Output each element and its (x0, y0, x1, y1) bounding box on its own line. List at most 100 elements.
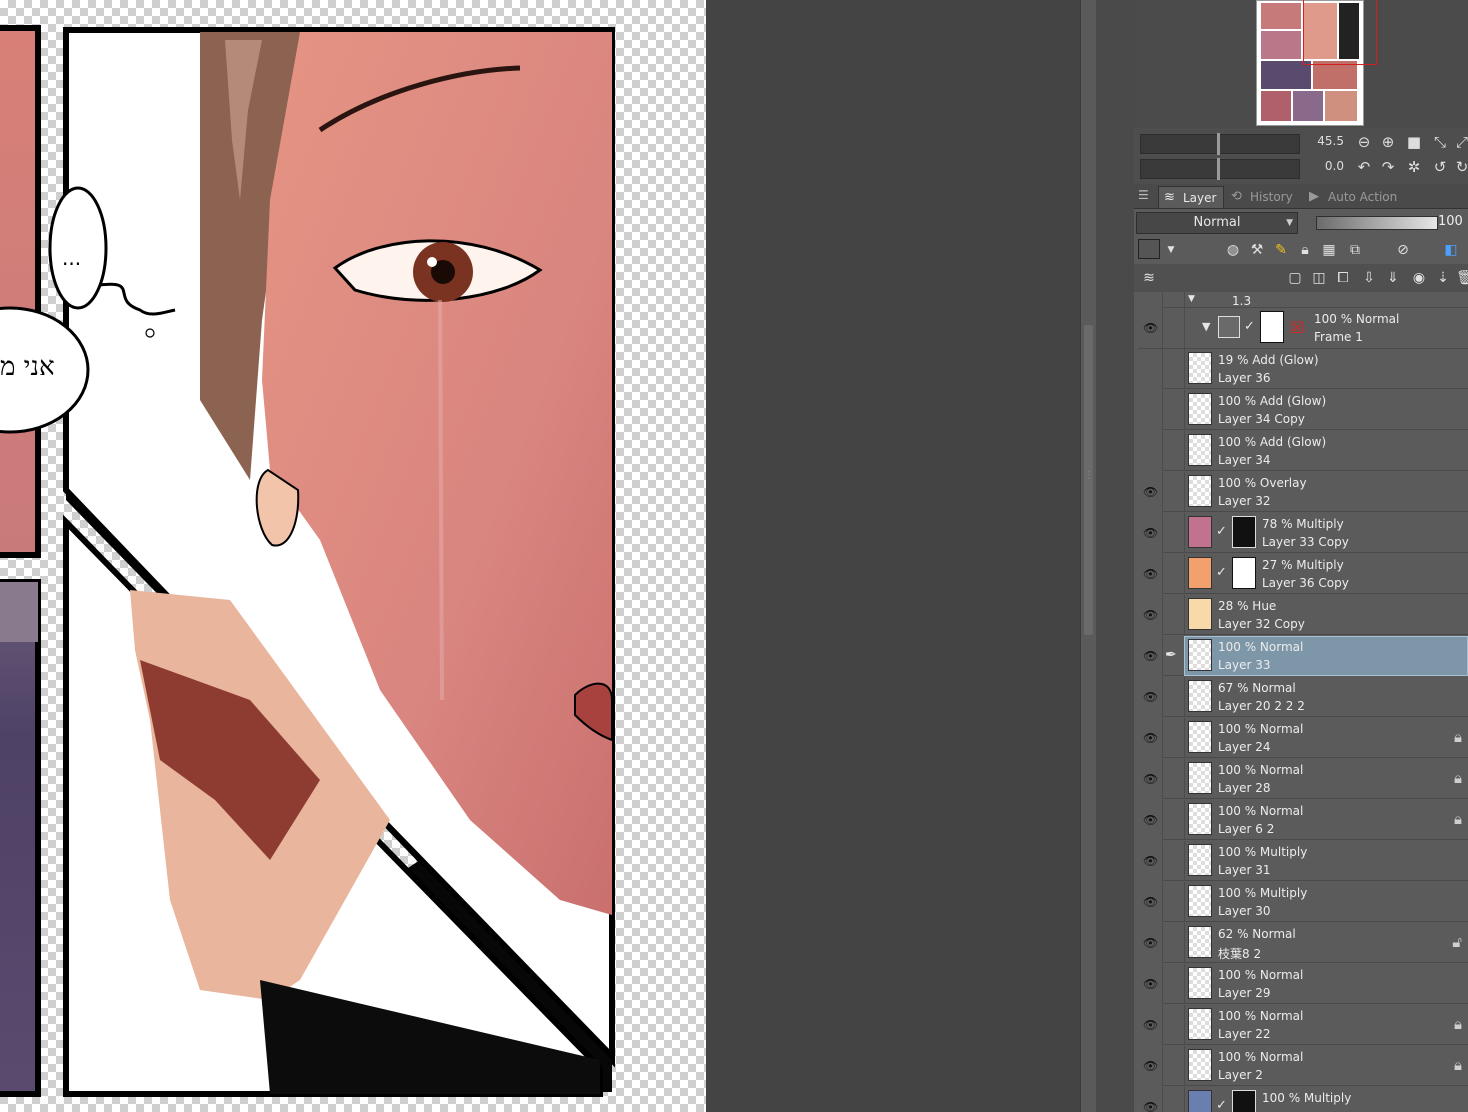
eye-icon[interactable]: 👁︎ (1143, 936, 1158, 950)
eye-icon[interactable]: 👁︎ (1143, 526, 1158, 540)
rotate-left-icon[interactable]: ↶ (1354, 157, 1374, 177)
layer-row-multiply-partial[interactable]: 👁︎ ✓ 100 % Multiply (1138, 1087, 1468, 1112)
layer-row-frame-1[interactable]: 👁︎ ▼ ✓ ☒ 100 % Normal Frame 1 (1138, 308, 1468, 349)
visibility-toggle[interactable]: 👁︎ (1138, 800, 1163, 840)
reset-rotation-icon[interactable]: ✲ (1404, 157, 1424, 177)
lock-layer-icon[interactable]: 🔒︎ (1294, 240, 1316, 260)
rotate-right-icon[interactable]: ↷ (1378, 157, 1398, 177)
lock-icon[interactable]: 🔒︎ (1454, 810, 1462, 828)
layer-row-layer-22[interactable]: 👁︎ 100 % Normal Layer 22 🔒︎ (1138, 1005, 1468, 1045)
merge-down-icon[interactable]: ⇓ (1382, 268, 1404, 288)
clip-layer-icon[interactable]: ⧉ (1344, 240, 1366, 260)
visibility-toggle[interactable]: 👁︎ (1138, 759, 1163, 799)
layer-row-layer-2[interactable]: 👁︎ 100 % Normal Layer 2 🔒︎ (1138, 1046, 1468, 1086)
navigator-thumbnail[interactable] (1256, 0, 1377, 126)
mask-enable-icon[interactable]: ⊘ (1392, 240, 1414, 260)
layer-row-layer-33-copy[interactable]: 👁︎ ✓ 78 % Multiply Layer 33 Copy (1138, 513, 1468, 553)
visibility-toggle[interactable] (1138, 390, 1163, 430)
edit-target-cell[interactable]: ✒ (1162, 636, 1185, 676)
eye-icon[interactable]: 👁︎ (1143, 485, 1158, 499)
layer-list[interactable]: ▼ 1.3 👁︎ ▼ ✓ ☒ 100 % Normal Frame 1 19 %… (1138, 292, 1468, 1112)
set-as-draft-icon[interactable]: ⚒ (1246, 240, 1268, 260)
lock-icon[interactable]: 🔒︎ (1454, 728, 1462, 746)
eye-icon[interactable]: 👁︎ (1143, 731, 1158, 745)
layer-row-layer-6-2[interactable]: 👁︎ 100 % Normal Layer 6 2 🔒︎ (1138, 800, 1468, 840)
eye-icon[interactable]: 👁︎ (1143, 895, 1158, 909)
layer-row-folder-partial[interactable]: ▼ 1.3 (1138, 292, 1468, 308)
visibility-toggle[interactable]: 👁︎ (1138, 882, 1163, 922)
visibility-toggle[interactable]: 👁︎ (1138, 308, 1163, 348)
create-mask-icon[interactable]: ◉ (1408, 268, 1430, 288)
divider-grip-icon[interactable]: ⋮ (1084, 470, 1094, 481)
visibility-toggle[interactable]: 👁︎ (1138, 554, 1163, 594)
eye-icon[interactable]: 👁︎ (1143, 772, 1158, 786)
eye-icon[interactable]: 👁︎ (1143, 608, 1158, 622)
chevron-down-icon[interactable]: ▼ (1188, 294, 1195, 304)
flip-horizontal-icon[interactable]: ⤡ (1430, 132, 1450, 152)
panel-menu-icon[interactable]: ☰ (1138, 188, 1149, 202)
layer-row-layer-29[interactable]: 👁︎ 100 % Normal Layer 29 (1138, 964, 1468, 1004)
layer-row-layer-36-copy[interactable]: 👁︎ ✓ 27 % Multiply Layer 36 Copy (1138, 554, 1468, 594)
lock-transparency-icon[interactable]: ▦ (1318, 240, 1340, 260)
eye-icon[interactable]: 👁︎ (1143, 321, 1158, 335)
layer-row-layer-34[interactable]: 100 % Add (Glow) Layer 34 (1138, 431, 1468, 471)
visibility-toggle[interactable]: 👁︎ (1138, 1087, 1163, 1112)
lock-icon[interactable]: 🔒︎ (1454, 769, 1462, 787)
visibility-toggle[interactable] (1138, 431, 1163, 471)
rotate-clockwise-icon[interactable]: ↻ (1452, 157, 1468, 177)
eye-icon[interactable]: 👁︎ (1143, 854, 1158, 868)
blend-mode-select[interactable]: Normal ▼ (1136, 212, 1298, 234)
transfer-down-icon[interactable]: ⇩ (1358, 268, 1380, 288)
eye-icon[interactable]: 👁︎ (1143, 813, 1158, 827)
layer-stack-icon[interactable]: ≋ (1138, 268, 1160, 288)
lock-icon[interactable]: 🔒︎ (1454, 1056, 1462, 1074)
visibility-toggle[interactable]: 👁︎ (1138, 841, 1163, 881)
lock-transparency-icon[interactable]: 🔓︎ (1452, 933, 1462, 951)
navigator-view-frame[interactable] (1303, 0, 1377, 65)
rotation-slider[interactable] (1140, 158, 1300, 180)
zoom-out-icon[interactable]: ⊖ (1354, 132, 1374, 152)
visibility-toggle[interactable]: 👁︎ (1138, 1005, 1163, 1045)
chevron-down-icon[interactable]: ▼ (1160, 240, 1182, 260)
tab-auto-action[interactable]: ▶ Auto Action (1304, 186, 1414, 208)
eye-icon[interactable]: 👁︎ (1143, 567, 1158, 581)
rotation-slider-knob[interactable] (1217, 158, 1220, 180)
reference-layer-icon[interactable]: ◍ (1222, 240, 1244, 260)
apply-mask-icon[interactable]: ⇣ (1432, 268, 1454, 288)
zoom-in-icon[interactable]: ⊕ (1378, 132, 1398, 152)
fit-view-icon[interactable]: ■ (1404, 132, 1424, 152)
layer-color-icon[interactable]: ◧ (1440, 240, 1462, 260)
layer-row-layer-24[interactable]: 👁︎ 100 % Normal Layer 24 🔒︎ (1138, 718, 1468, 758)
visibility-toggle[interactable]: 👁︎ (1138, 964, 1163, 1004)
opacity-slider[interactable] (1316, 216, 1438, 230)
panel-divider[interactable]: ⋮ (1084, 0, 1135, 1112)
visibility-toggle[interactable]: 👁︎ (1138, 677, 1163, 717)
layer-row-layer-30[interactable]: 👁︎ 100 % Multiply Layer 30 (1138, 882, 1468, 922)
eye-icon[interactable]: 👁︎ (1143, 977, 1158, 991)
eye-icon[interactable]: 👁︎ (1143, 1100, 1158, 1112)
visibility-toggle[interactable]: 👁︎ (1138, 595, 1163, 635)
mask-disabled-icon[interactable]: ☒ (1290, 318, 1304, 337)
new-raster-layer-icon[interactable]: ▢ (1284, 268, 1306, 288)
lock-icon[interactable]: 🔒︎ (1454, 1015, 1462, 1033)
new-folder-icon[interactable]: ⧠ (1332, 268, 1354, 288)
visibility-toggle[interactable]: 👁︎ (1138, 513, 1163, 553)
eye-icon[interactable]: 👁︎ (1143, 649, 1158, 663)
visibility-toggle[interactable] (1138, 349, 1163, 389)
eye-icon[interactable]: 👁︎ (1143, 690, 1158, 704)
layer-row-layer-34-copy[interactable]: 100 % Add (Glow) Layer 34 Copy (1138, 390, 1468, 430)
layer-row-branches-8-2[interactable]: 👁︎ 62 % Normal 枝葉8 2 🔓︎ (1138, 923, 1468, 963)
drawing-canvas[interactable]: ... אני מ (0, 0, 706, 1112)
chevron-down-icon[interactable]: ▼ (1202, 320, 1210, 333)
visibility-toggle[interactable] (1138, 292, 1163, 308)
zoom-slider-knob[interactable] (1217, 133, 1220, 155)
visibility-toggle[interactable]: 👁︎ (1138, 472, 1163, 512)
visibility-toggle[interactable]: 👁︎ (1138, 718, 1163, 758)
layer-row-layer-33[interactable]: 👁︎ ✒ 100 % Normal Layer 33 (1138, 636, 1468, 676)
eye-icon[interactable]: 👁︎ (1143, 1018, 1158, 1032)
flip-vertical-icon[interactable]: ⤢ (1452, 132, 1468, 152)
new-vector-layer-icon[interactable]: ◫ (1308, 268, 1330, 288)
layer-row-layer-20-2-2-2[interactable]: 👁︎ 67 % Normal Layer 20 2 2 2 (1138, 677, 1468, 717)
visibility-toggle[interactable]: 👁︎ (1138, 923, 1163, 963)
rotate-counterclockwise-icon[interactable]: ↺ (1430, 157, 1450, 177)
